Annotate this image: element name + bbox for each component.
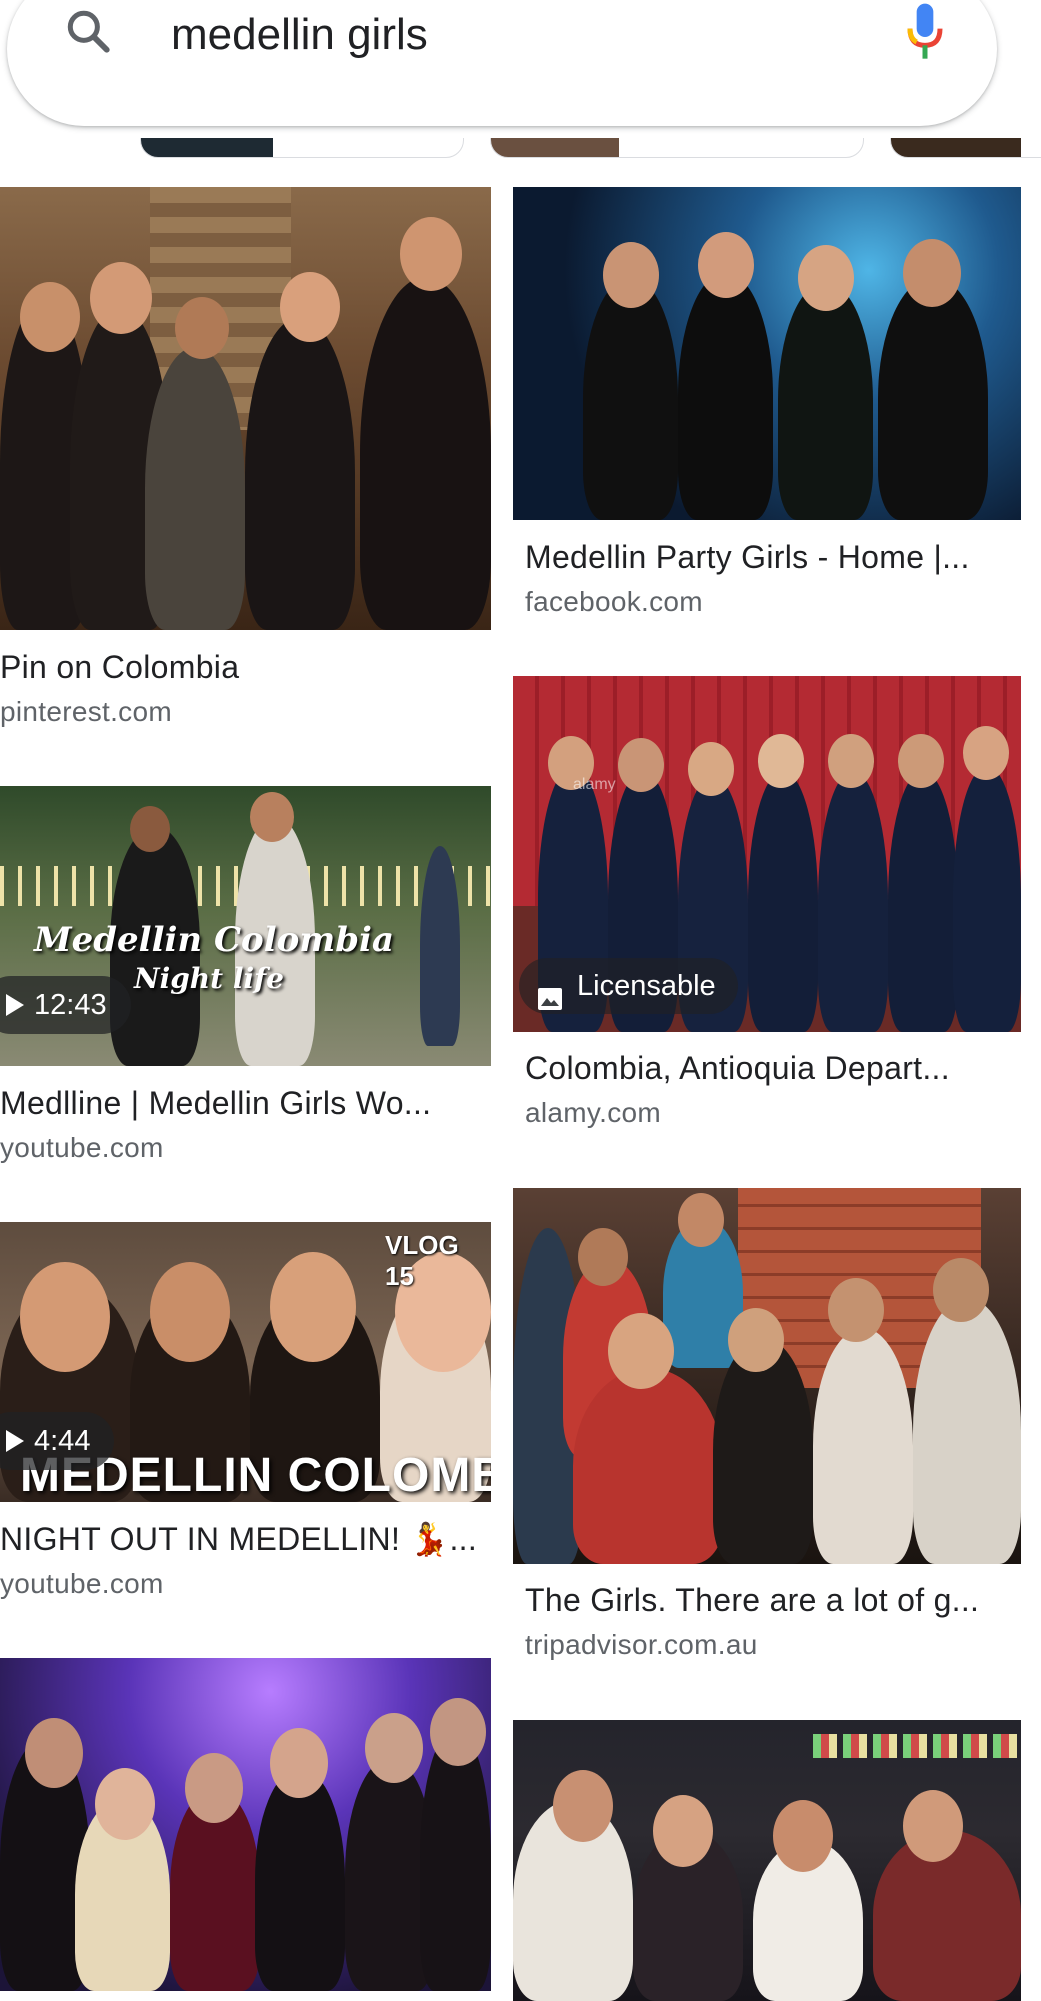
video-duration-text: 4:44 bbox=[34, 1425, 91, 1457]
image-icon bbox=[537, 974, 563, 1010]
result-card[interactable]: Pin on Colombia pinterest.com bbox=[0, 187, 491, 732]
result-title[interactable]: Medlline | Medellin Girls Wo... bbox=[0, 1083, 470, 1123]
result-image[interactable]: alamy Licensable bbox=[513, 676, 1021, 1032]
video-duration-text: 12:43 bbox=[34, 989, 107, 1021]
licensable-badge: Licensable bbox=[519, 958, 738, 1014]
video-duration: 4:44 bbox=[0, 1412, 115, 1470]
result-title[interactable]: Pin on Colombia bbox=[0, 647, 480, 687]
result-image[interactable]: VLOG 15 MEDELLIN COLOMBIA 4:44 bbox=[0, 1222, 491, 1502]
result-source: facebook.com bbox=[525, 586, 703, 617]
result-card[interactable]: Medellin Party Girls - Home |... faceboo… bbox=[513, 187, 1021, 627]
result-image[interactable] bbox=[0, 187, 491, 630]
result-card[interactable] bbox=[513, 1720, 1021, 2001]
play-icon bbox=[6, 994, 24, 1016]
result-source: tripadvisor.com.au bbox=[525, 1629, 758, 1660]
result-title[interactable]: Colombia, Antioquia Depart... bbox=[525, 1048, 1015, 1088]
result-image[interactable]: Medellin Colombia Night life 12:43 bbox=[0, 786, 491, 1066]
result-title[interactable]: NIGHT OUT IN MEDELLIN! 💃... bbox=[0, 1519, 478, 1559]
result-image[interactable] bbox=[0, 1658, 491, 1991]
video-overlay-title: Medellin Colombia bbox=[34, 920, 395, 960]
result-source: pinterest.com bbox=[0, 696, 172, 727]
video-overlay-label: VLOG 15 bbox=[385, 1230, 459, 1291]
result-card[interactable] bbox=[0, 1658, 491, 2001]
result-card[interactable]: Medellin Colombia Night life 12:43 Medll… bbox=[0, 786, 491, 1166]
related-search-chips bbox=[0, 138, 1041, 160]
result-image[interactable] bbox=[513, 1720, 1021, 2001]
result-title[interactable]: Medellin Party Girls - Home |... bbox=[525, 537, 1015, 577]
result-card[interactable]: The Girls. There are a lot of g... tripa… bbox=[513, 1188, 1021, 1668]
licensable-badge-text: Licensable bbox=[577, 970, 716, 1002]
result-image[interactable] bbox=[513, 187, 1021, 520]
video-duration: 12:43 bbox=[0, 976, 131, 1034]
related-chip[interactable] bbox=[890, 138, 1041, 158]
video-overlay-subtitle: Night life bbox=[134, 962, 284, 995]
related-chip[interactable] bbox=[490, 138, 864, 158]
mic-icon[interactable] bbox=[905, 2, 945, 62]
result-card[interactable]: VLOG 15 MEDELLIN COLOMBIA 4:44 NIGHT OUT… bbox=[0, 1222, 491, 1607]
result-image[interactable] bbox=[513, 1188, 1021, 1564]
result-source: youtube.com bbox=[0, 1568, 164, 1599]
search-bar[interactable]: medellin girls bbox=[7, 0, 997, 126]
related-chip[interactable] bbox=[140, 138, 464, 158]
search-icon[interactable] bbox=[63, 6, 113, 56]
image-watermark: alamy bbox=[573, 776, 616, 793]
result-card[interactable]: alamy Licensable Colombia, Antioquia Dep… bbox=[513, 676, 1021, 1136]
result-source: alamy.com bbox=[525, 1097, 661, 1128]
search-input[interactable]: medellin girls bbox=[171, 0, 428, 70]
result-title[interactable]: The Girls. There are a lot of g... bbox=[525, 1580, 1015, 1620]
result-source: youtube.com bbox=[0, 1132, 164, 1163]
play-icon bbox=[6, 1430, 24, 1452]
